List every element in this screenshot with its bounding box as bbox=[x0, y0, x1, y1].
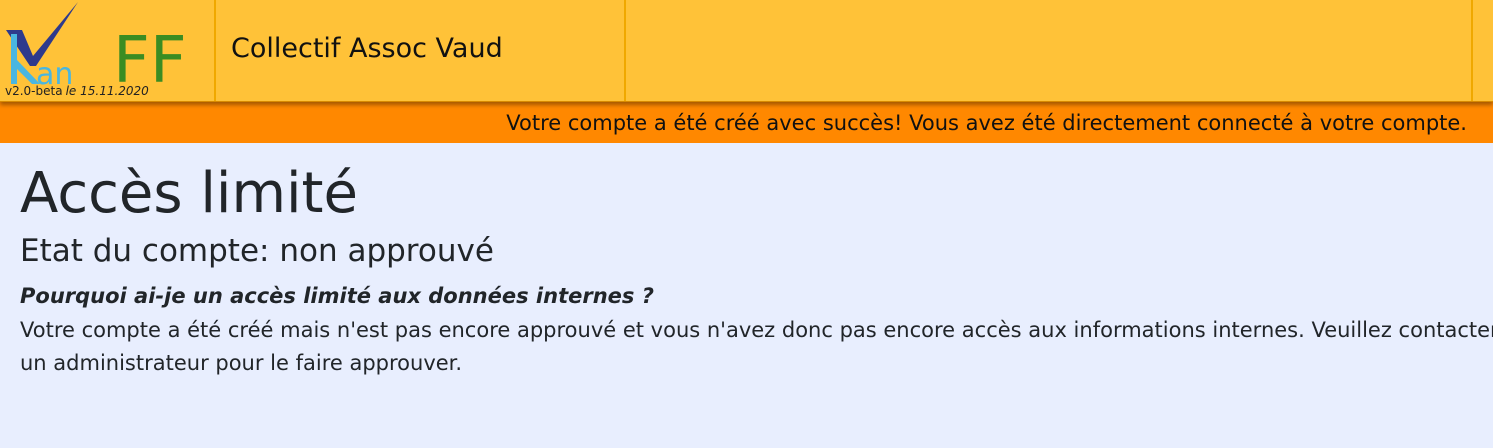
version-info: v2.0-beta le 15.11.2020 bbox=[5, 84, 149, 98]
header-empty-cell bbox=[626, 0, 1473, 101]
logo-link[interactable]: an FF v2.0-beta le 15.11.2020 bbox=[0, 0, 216, 101]
limited-access-explanation: Votre compte a été créé mais n'est pas e… bbox=[20, 318, 1493, 376]
version-date: le 15.11.2020 bbox=[65, 84, 149, 98]
top-header: an FF v2.0-beta le 15.11.2020 Collectif A… bbox=[0, 0, 1493, 102]
main-content: Accès limité Etat du compte: non approuv… bbox=[20, 160, 1493, 380]
account-status: Etat du compte: non approuvé bbox=[20, 233, 494, 270]
flash-success-banner: Votre compte a été créé avec succès! Vou… bbox=[0, 101, 1493, 143]
version-label: v2.0-beta bbox=[5, 84, 63, 98]
org-name: Collectif Assoc Vaud bbox=[231, 33, 503, 64]
flash-message: Votre compte a été créé avec succès! Vou… bbox=[506, 111, 1467, 135]
org-name-cell[interactable]: Collectif Assoc Vaud bbox=[216, 0, 626, 101]
page-title: Accès limité bbox=[20, 161, 358, 226]
limited-access-question: Pourquoi ai-je un accès limité aux donné… bbox=[20, 284, 654, 309]
kanff-logo: an FF bbox=[6, 2, 187, 88]
logo-ff-text: FF bbox=[113, 24, 187, 88]
